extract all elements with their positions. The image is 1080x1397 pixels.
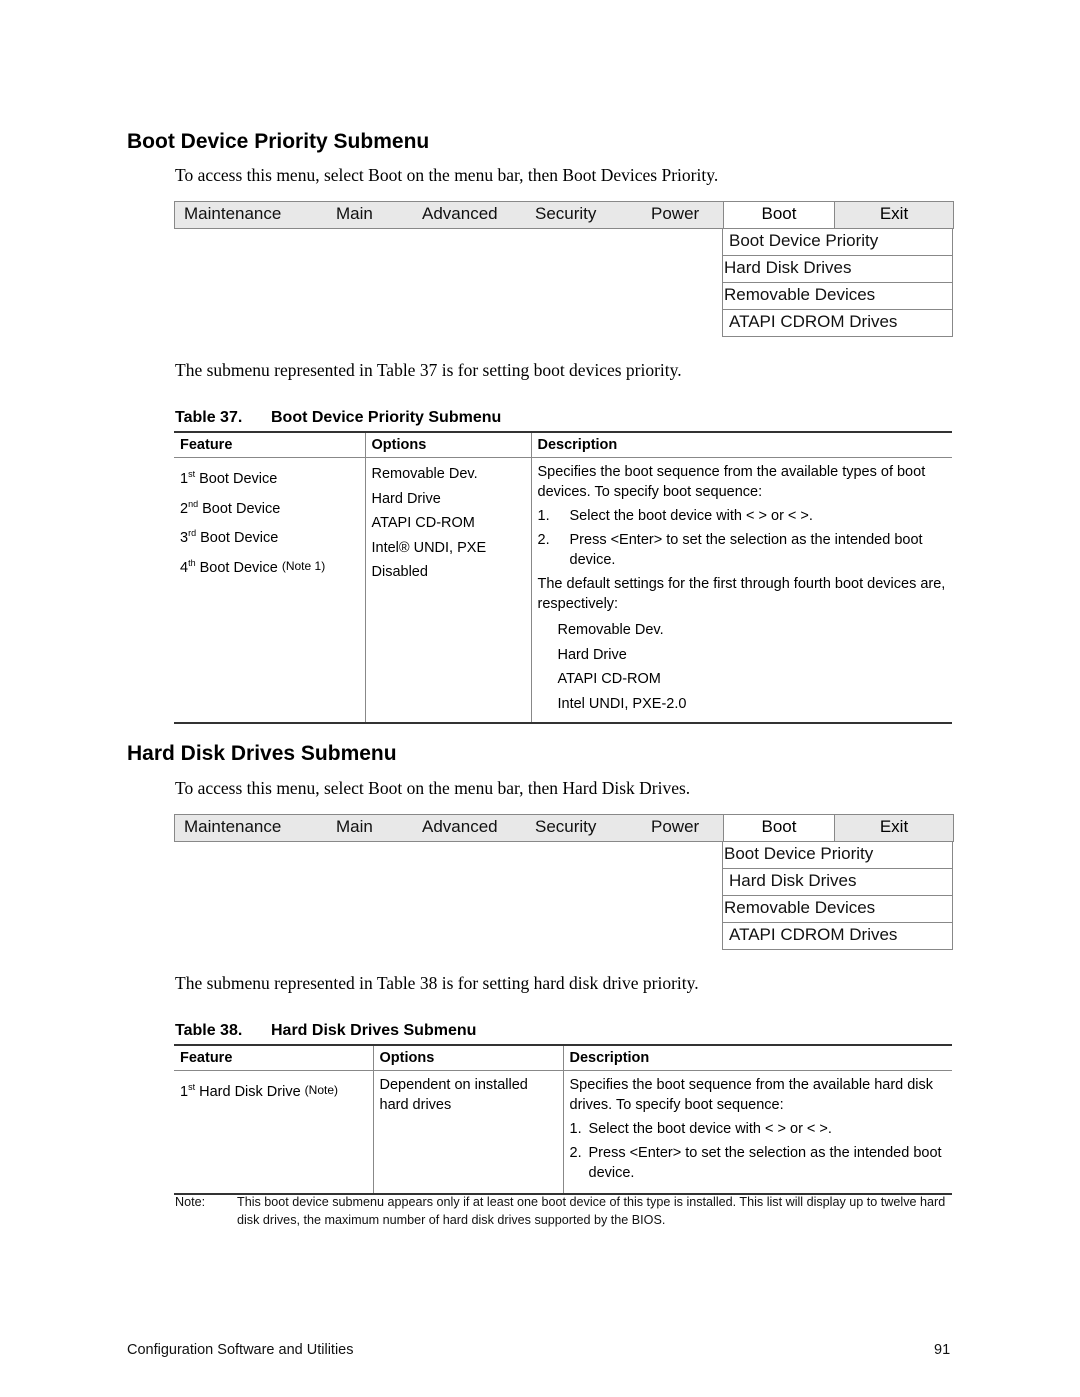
menu-power[interactable]: Power — [651, 204, 699, 224]
menu-advanced[interactable]: Advanced — [422, 204, 498, 224]
dropdown-atapi-cdrom-drives[interactable]: ATAPI CDROM Drives — [722, 923, 953, 950]
feature-cell: 1st Hard Disk Drive (Note) — [174, 1070, 373, 1195]
description-step: 2. Press <Enter> to set the selection as … — [537, 532, 923, 568]
default-item: ATAPI CD-ROM — [557, 671, 661, 687]
option-item: Removable Dev. — [371, 466, 478, 482]
table-caption: Table 38. Hard Disk Drives Submenu — [175, 1022, 476, 1040]
menu-boot-selected[interactable]: Boot — [723, 814, 835, 842]
default-item: Hard Drive — [557, 646, 627, 663]
description-step: 1. Select the boot device with < > or < >… — [537, 508, 813, 524]
description-cell: Specifies the boot sequence from the ava… — [562, 1070, 952, 1195]
option-item: Dependent on installed hard drives — [379, 1077, 528, 1113]
option-item: Hard Drive — [371, 490, 441, 507]
menu-exit[interactable]: Exit — [834, 201, 954, 229]
table-row: 1st Boot Device 2nd Boot Device 3rd Boot… — [174, 457, 952, 724]
note-reference: (Note) — [304, 1083, 339, 1097]
table-title: Hard Disk Drives Submenu — [271, 1022, 477, 1039]
menu-maintenance[interactable]: Maintenance — [184, 817, 281, 837]
options-cell: Dependent on installed hard drives — [372, 1070, 563, 1195]
feature-2nd-boot-device: 2nd Boot Device — [180, 498, 281, 517]
dropdown-hard-disk-drives[interactable]: Hard Disk Drives — [722, 869, 953, 896]
dropdown-removable-devices[interactable]: Removable Devices — [722, 896, 953, 923]
boot-dropdown: Boot Device Priority Hard Disk Drives Re… — [722, 842, 953, 950]
section-heading-boot-device-priority: Boot Device Priority Submenu — [127, 130, 430, 153]
menu-maintenance[interactable]: Maintenance — [184, 204, 281, 224]
header-feature: Feature — [174, 431, 365, 458]
description-intro: Specifies the boot sequence from the ava… — [569, 1077, 934, 1113]
table-number: Table 37. — [175, 409, 243, 426]
page-number: 91 — [934, 1342, 951, 1358]
hard-disk-drives-table: Feature Options Description 1st Hard Dis… — [174, 1044, 952, 1195]
menu-boot-selected[interactable]: Boot — [723, 201, 835, 229]
menu-main[interactable]: Main — [336, 817, 373, 837]
dropdown-removable-devices[interactable]: Removable Devices — [722, 283, 953, 310]
default-item: Removable Dev. — [557, 622, 664, 638]
feature-1st-boot-device: 1st Boot Device — [180, 469, 278, 487]
feature-4th-boot-device: 4th Boot Device (Note 1) — [180, 557, 326, 576]
feature-3rd-boot-device: 3rd Boot Device — [180, 528, 279, 546]
table-caption: Table 37. Boot Device Priority Submenu — [175, 409, 501, 427]
footer-section-title: Configuration Software and Utilities — [127, 1342, 354, 1358]
header-options: Options — [364, 431, 531, 458]
options-cell: Removable Dev. Hard Drive ATAPI CD-ROM I… — [364, 457, 531, 724]
table-title: Boot Device Priority Submenu — [271, 409, 502, 426]
bios-menu-bar: Maintenance Main Advanced Security Power… — [174, 201, 954, 229]
boot-device-priority-table: Feature Options Description 1st Boot Dev… — [174, 431, 952, 724]
description-intro: Specifies the boot sequence from the ava… — [537, 464, 926, 500]
option-item: Disabled — [371, 564, 428, 580]
description-cell: Specifies the boot sequence from the ava… — [530, 457, 952, 724]
table-reference-text: The submenu represented in Table 38 is f… — [175, 973, 699, 993]
feature-1st-hard-disk-drive: 1st Hard Disk Drive (Note) — [180, 1082, 339, 1100]
section-intro: To access this menu, select Boot on the … — [175, 165, 719, 185]
menu-security[interactable]: Security — [535, 204, 596, 224]
menu-advanced[interactable]: Advanced — [422, 817, 498, 837]
menu-exit[interactable]: Exit — [834, 814, 954, 842]
dropdown-atapi-cdrom-drives[interactable]: ATAPI CDROM Drives — [722, 310, 953, 337]
feature-cell: 1st Boot Device 2nd Boot Device 3rd Boot… — [174, 457, 365, 724]
section-intro: To access this menu, select Boot on the … — [175, 778, 691, 798]
header-feature: Feature — [174, 1044, 373, 1071]
dropdown-hard-disk-drives[interactable]: Hard Disk Drives — [722, 256, 953, 283]
bios-menu-bar: Maintenance Main Advanced Security Power… — [174, 814, 954, 842]
dropdown-boot-device-priority[interactable]: Boot Device Priority — [722, 842, 953, 869]
table-reference-text: The submenu represented in Table 37 is f… — [175, 360, 682, 380]
table-row: 1st Hard Disk Drive (Note) Dependent on … — [174, 1070, 952, 1195]
default-item: Intel UNDI, PXE-2.0 — [557, 695, 687, 712]
header-options: Options — [372, 1044, 563, 1071]
note-reference: (Note 1) — [281, 558, 326, 573]
option-item: Intel® UNDI, PXE — [371, 539, 487, 556]
table-number: Table 38. — [175, 1022, 243, 1039]
header-description: Description — [562, 1044, 952, 1071]
boot-dropdown: Boot Device Priority Hard Disk Drives Re… — [722, 229, 953, 337]
option-item: ATAPI CD-ROM — [371, 515, 475, 531]
header-description: Description — [530, 431, 952, 458]
defaults-intro: The default settings for the first throu… — [537, 576, 946, 612]
description-step: 1. Select the boot device with < > or < >… — [569, 1121, 832, 1137]
description-step: 2. Press <Enter> to set the selection as … — [569, 1145, 942, 1181]
note-text: This boot device submenu appears only if… — [237, 1195, 946, 1227]
menu-main[interactable]: Main — [336, 204, 373, 224]
menu-security[interactable]: Security — [535, 817, 596, 837]
note-label: Note: — [175, 1195, 206, 1209]
dropdown-boot-device-priority[interactable]: Boot Device Priority — [722, 229, 953, 256]
table-note: Note: This boot device submenu appears o… — [175, 1193, 955, 1229]
menu-power[interactable]: Power — [651, 817, 699, 837]
section-heading-hard-disk-drives: Hard Disk Drives Submenu — [127, 742, 397, 765]
